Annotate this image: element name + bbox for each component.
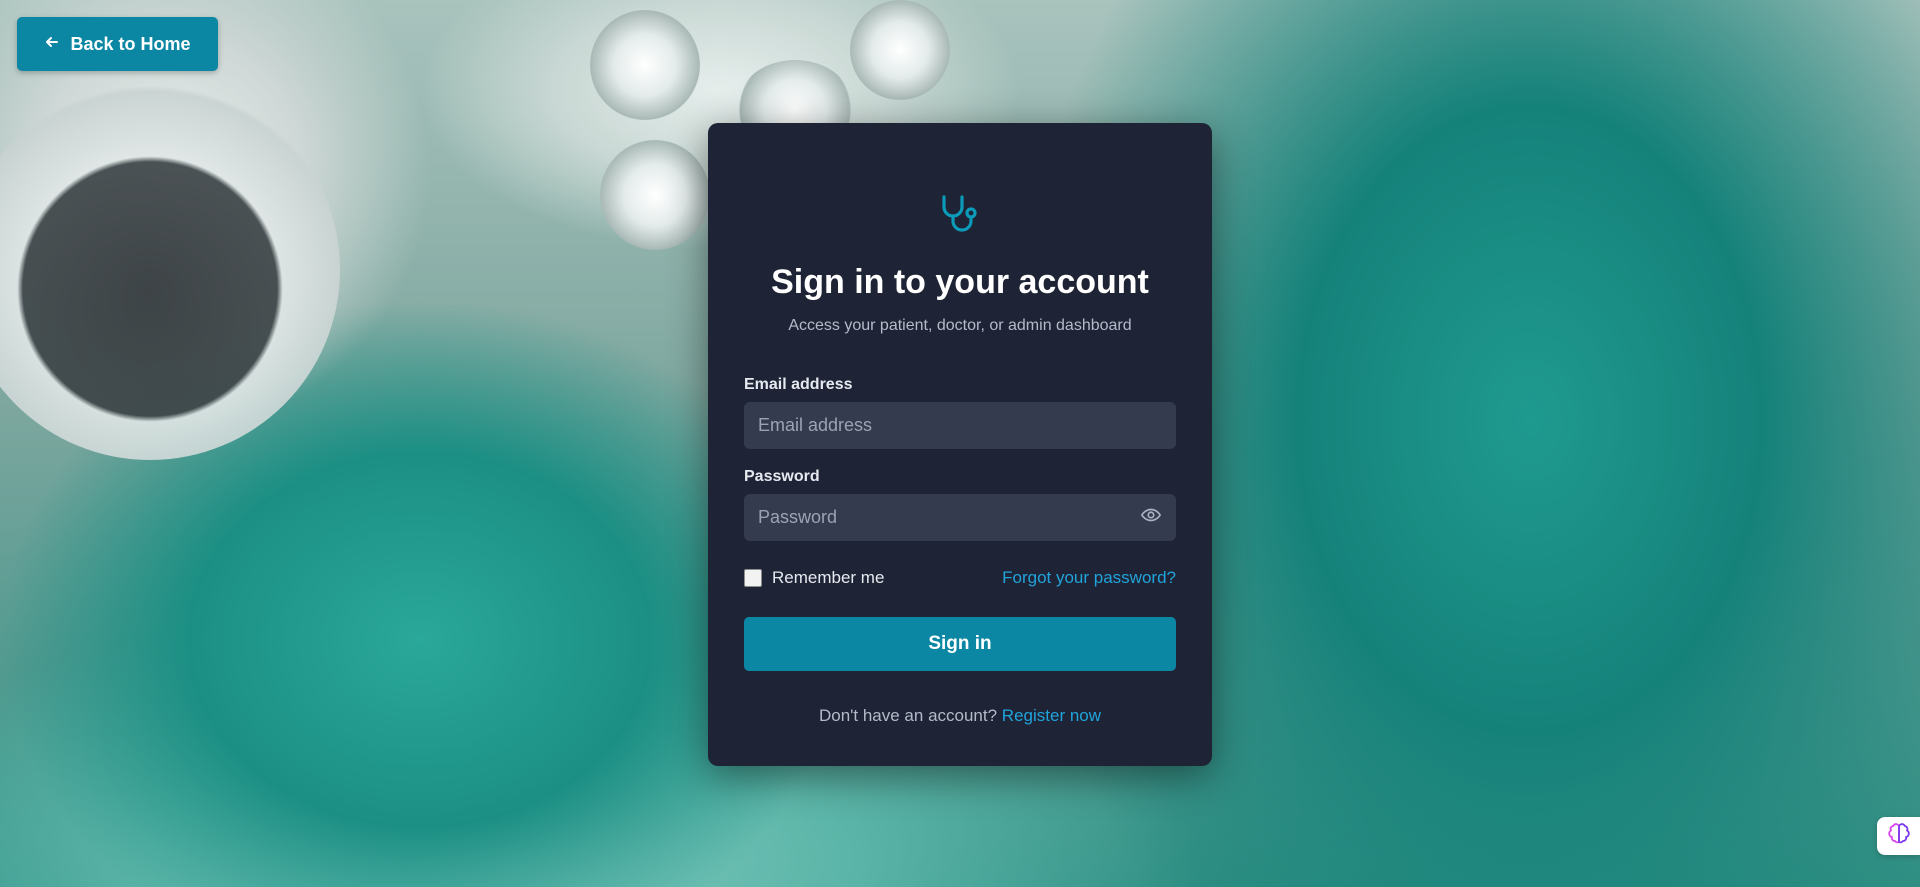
password-label: Password xyxy=(744,468,820,485)
background-light xyxy=(850,0,950,100)
email-placeholder: Email address xyxy=(758,415,873,435)
background-light xyxy=(600,140,710,250)
password-field[interactable]: Password xyxy=(744,494,1176,541)
register-prompt: Don't have an account? xyxy=(818,706,998,725)
email-field[interactable]: Email address xyxy=(744,402,1176,449)
eye-icon[interactable] xyxy=(1140,504,1162,531)
login-card: Sign in to your account Access your pati… xyxy=(708,123,1212,766)
password-placeholder: Password xyxy=(758,507,838,527)
register-now-link[interactable]: Register now xyxy=(1002,706,1101,725)
remember-me-toggle[interactable]: Remember me xyxy=(744,568,884,588)
page-title: Sign in to your account xyxy=(771,263,1149,301)
remember-me-label: Remember me xyxy=(772,568,885,587)
remember-me-checkbox[interactable] xyxy=(744,569,762,587)
arrow-left-icon xyxy=(44,34,60,55)
back-to-home-label: Back to Home xyxy=(70,33,191,54)
background-surgical-lamp xyxy=(0,80,340,460)
sign-in-button[interactable]: Sign in xyxy=(744,617,1176,671)
back-to-home-button[interactable]: Back to Home xyxy=(17,17,218,71)
page-subtitle: Access your patient, doctor, or admin da… xyxy=(788,317,1132,334)
forgot-password-link[interactable]: Forgot your password? xyxy=(1002,568,1176,588)
stethoscope-icon xyxy=(938,193,984,239)
background-light xyxy=(590,10,700,120)
brain-icon xyxy=(1887,822,1911,851)
register-prompt-row: Don't have an account? Register now xyxy=(708,706,1212,726)
assistant-button[interactable] xyxy=(1877,817,1920,855)
email-label: Email address xyxy=(744,376,853,393)
